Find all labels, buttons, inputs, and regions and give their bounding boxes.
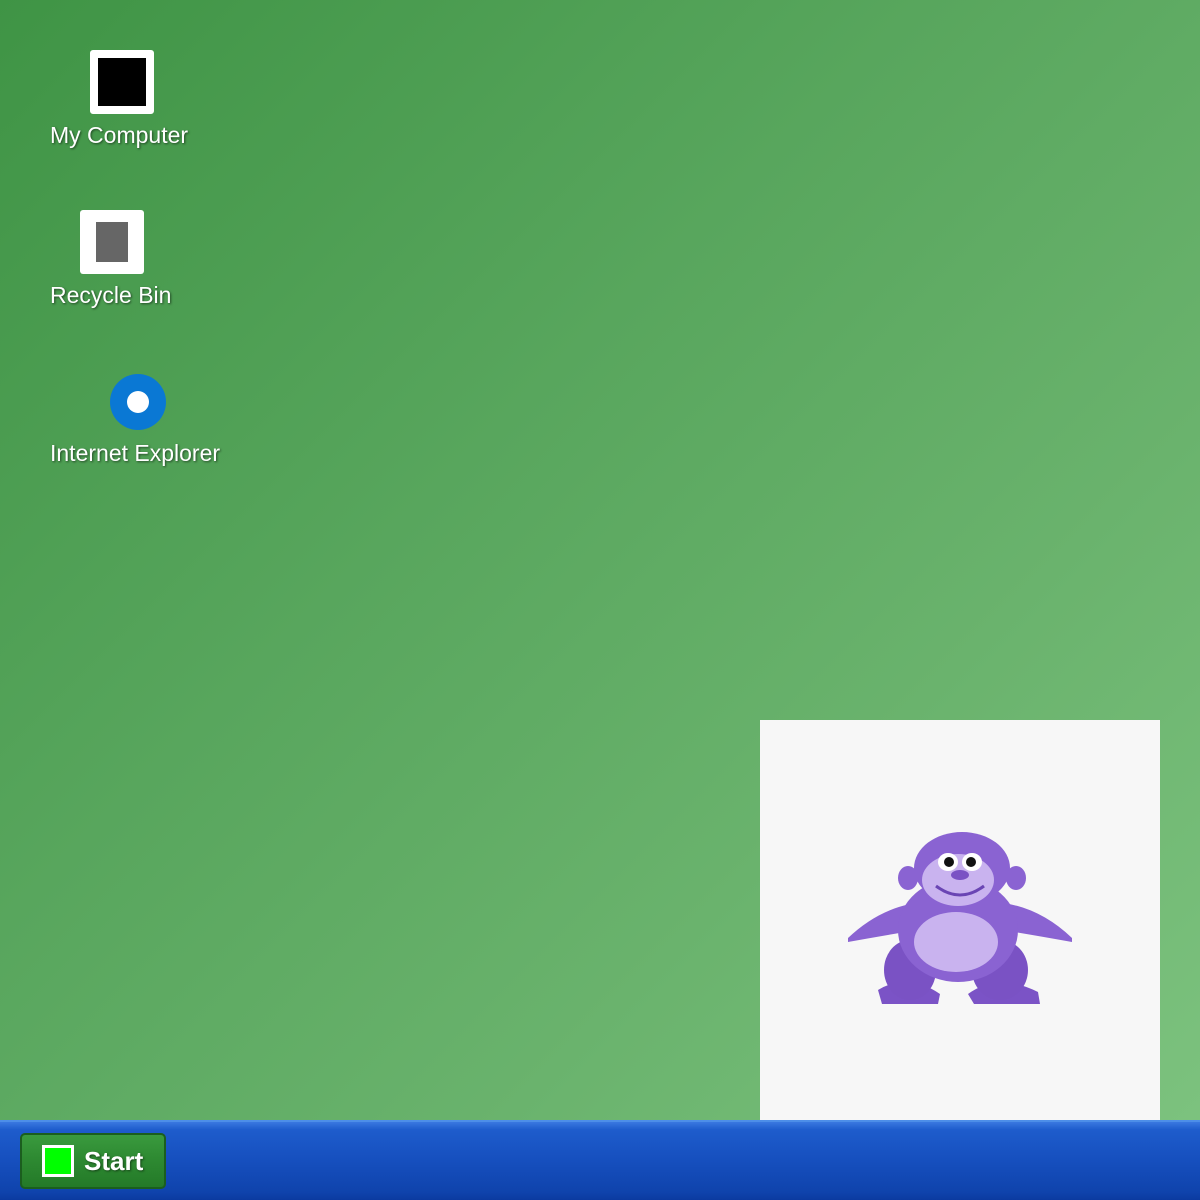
bonzi-buddy-gorilla-icon[interactable]	[760, 720, 1160, 1120]
bonzi-belly	[914, 912, 998, 972]
start-button[interactable]: Start	[20, 1133, 166, 1189]
recycle-bin-icon	[80, 210, 144, 274]
desktop-icon-my-computer[interactable]: My Computer	[50, 50, 188, 149]
start-button-label: Start	[84, 1145, 144, 1176]
desktop-icon-label: Recycle Bin	[50, 282, 172, 308]
computer-icon	[90, 50, 154, 114]
desktop-icon-label: My Computer	[50, 122, 189, 148]
desktop: My Computer Recycle Bin Internet Explore…	[0, 0, 1200, 1120]
bonzi-left-pupil	[944, 857, 954, 867]
bonzi-nose	[951, 870, 969, 880]
internet-explorer-icon-dot	[127, 391, 149, 413]
computer-screen	[98, 58, 146, 106]
windows-logo-icon	[42, 1145, 74, 1177]
desktop-icon-internet-explorer[interactable]: Internet Explorer	[50, 374, 220, 467]
desktop-icon-recycle-bin[interactable]: Recycle Bin	[50, 210, 171, 309]
bonzi-face	[922, 854, 994, 906]
recycle-bin-can	[96, 222, 128, 262]
desktop-icon-label: Internet Explorer	[50, 440, 221, 466]
bonzi-right-pupil	[966, 857, 976, 867]
internet-explorer-icon	[110, 374, 166, 430]
bonzi-buddy-window[interactable]	[760, 720, 1160, 1120]
taskbar: Start	[0, 1120, 1200, 1200]
